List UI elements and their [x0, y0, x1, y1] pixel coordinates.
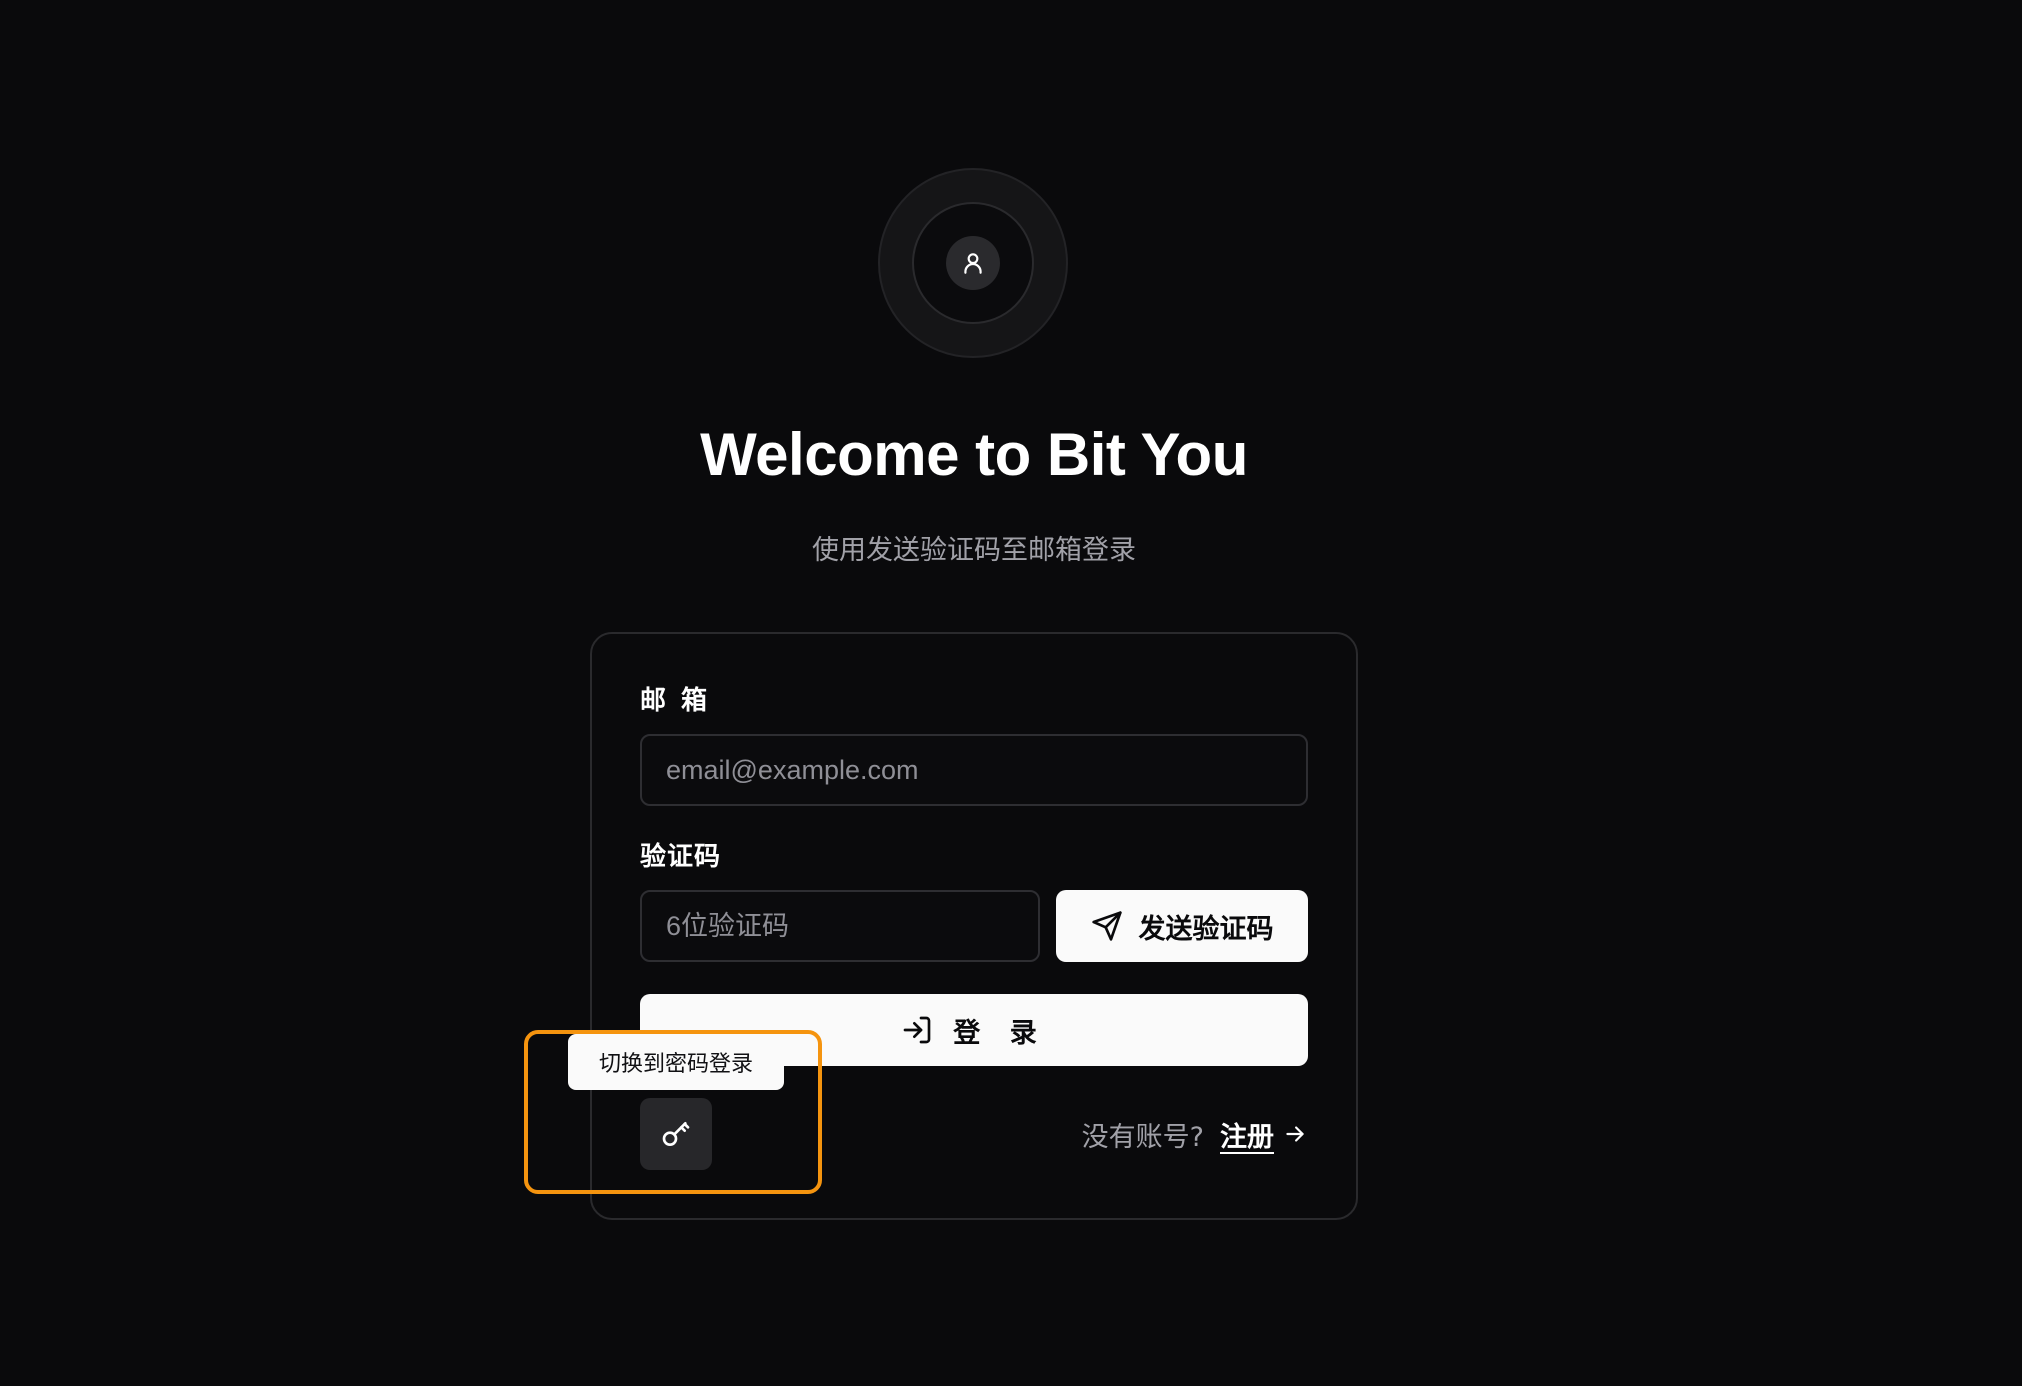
login-label: 登 录 [953, 1017, 1047, 1049]
send-icon [1091, 911, 1122, 941]
email-input[interactable] [640, 734, 1308, 806]
page-subtitle: 使用发送验证码至邮箱登录 [812, 535, 1136, 566]
highlight-box [524, 1030, 822, 1194]
page-title: Welcome to Bit You [700, 421, 1248, 488]
register-link[interactable]: 注册 [1220, 1115, 1274, 1154]
user-icon [964, 253, 982, 274]
arrow-right-icon[interactable] [1282, 1121, 1308, 1147]
send-code-button[interactable]: 发送验证码 [1056, 890, 1308, 962]
email-label: 邮 箱 [640, 686, 711, 716]
code-input[interactable] [640, 890, 1040, 962]
log-in-icon [903, 1016, 931, 1044]
send-code-label: 发送验证码 [1138, 913, 1274, 945]
avatar [946, 236, 1000, 290]
code-label: 验证码 [640, 842, 722, 872]
no-account-text: 没有账号? [1081, 1121, 1204, 1153]
signup-row: 没有账号? 注册 [1060, 1112, 1308, 1156]
